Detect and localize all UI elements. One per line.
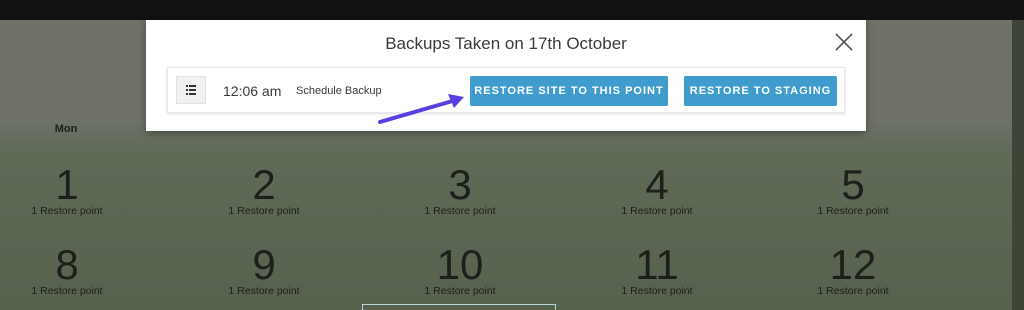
restore-site-button[interactable]: RESTORE SITE TO THIS POINT — [470, 76, 668, 106]
modal-title: Backups Taken on 17th October — [385, 34, 627, 53]
backups-modal: Backups Taken on 17th October 12:06 am S… — [146, 20, 866, 131]
calendar-day-5[interactable]: 5 1 Restore point — [793, 161, 913, 218]
restore-count: 1 Restore point — [228, 285, 300, 297]
day-header-mon: Mon — [54, 123, 78, 135]
restore-count: 1 Restore point — [31, 285, 103, 297]
details-button[interactable] — [176, 76, 206, 104]
restore-count: 1 Restore point — [424, 285, 496, 297]
calendar-day-1[interactable]: 1 1 Restore point — [7, 161, 127, 218]
calendar-day-9[interactable]: 9 1 Restore point — [204, 241, 324, 298]
calendar-day-12[interactable]: 12 1 Restore point — [793, 241, 913, 298]
restore-count: 1 Restore point — [228, 205, 300, 217]
day-number: 3 — [448, 161, 472, 208]
selected-day-outline — [362, 304, 556, 310]
restore-count: 1 Restore point — [817, 285, 889, 297]
day-number: 2 — [252, 161, 276, 208]
day-number: 4 — [645, 161, 669, 208]
day-number: 10 — [436, 241, 484, 288]
close-button[interactable] — [832, 30, 856, 54]
list-icon — [186, 85, 196, 95]
restore-count: 1 Restore point — [424, 205, 496, 217]
backup-type: Schedule Backup — [296, 85, 382, 97]
calendar-day-8[interactable]: 8 1 Restore point — [7, 241, 127, 298]
close-icon — [835, 33, 853, 51]
day-number: 8 — [55, 241, 79, 288]
restore-count: 1 Restore point — [621, 285, 693, 297]
calendar-day-11[interactable]: 11 1 Restore point — [597, 241, 717, 298]
calendar-day-2[interactable]: 2 1 Restore point — [204, 161, 324, 218]
backup-time: 12:06 am — [223, 83, 282, 99]
restore-count: 1 Restore point — [817, 205, 889, 217]
backup-entry: 12:06 am Schedule Backup RESTORE SITE TO… — [167, 67, 845, 113]
calendar-day-3[interactable]: 3 1 Restore point — [400, 161, 520, 218]
restore-count: 1 Restore point — [31, 205, 103, 217]
calendar-day-4[interactable]: 4 1 Restore point — [597, 161, 717, 218]
arrow-annotation-icon — [378, 94, 464, 124]
day-number: 12 — [829, 241, 877, 288]
day-number: 9 — [252, 241, 276, 288]
restore-staging-button[interactable]: RESTORE TO STAGING — [684, 76, 837, 106]
restore-count: 1 Restore point — [621, 205, 693, 217]
day-number: 5 — [841, 161, 865, 208]
calendar-day-10[interactable]: 10 1 Restore point — [400, 241, 520, 298]
day-number: 1 — [55, 161, 79, 208]
day-number: 11 — [635, 241, 679, 288]
